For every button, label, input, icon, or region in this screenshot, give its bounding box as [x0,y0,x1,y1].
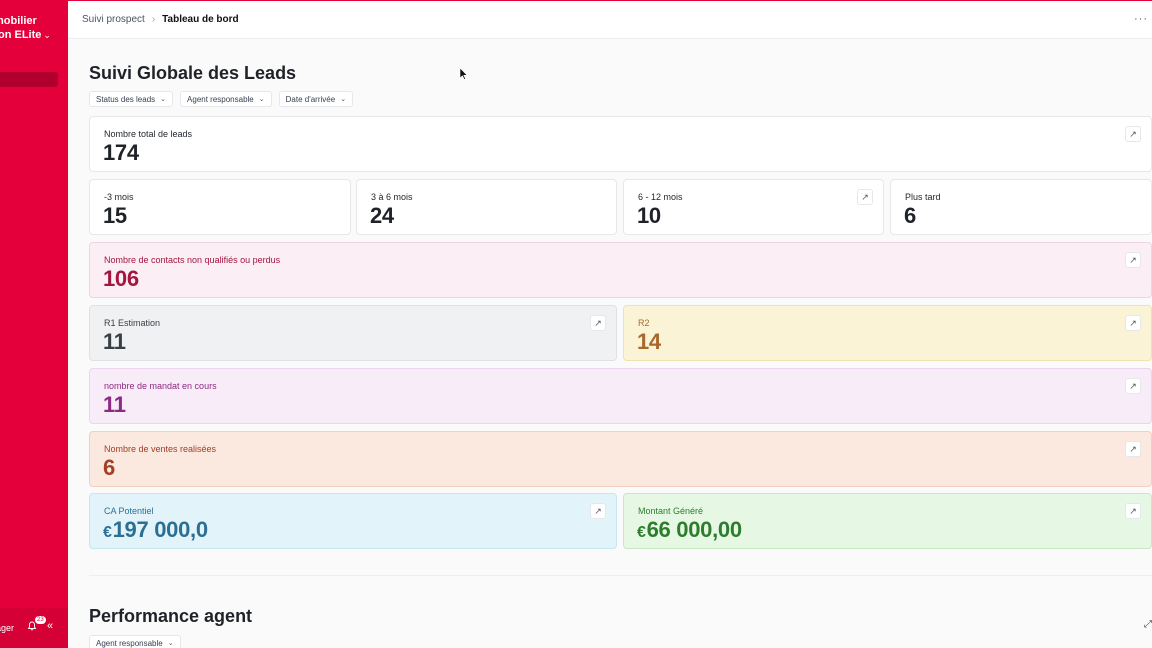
card-ca-potentiel: CA Potentiel €197 000,0 ↗ [89,493,617,549]
card-label: R2 [638,318,650,328]
page-title: Suivi Globale des Leads [89,63,297,83]
breadcrumb-parent[interactable]: Suivi prospect [82,14,145,25]
filter-bar: Status des leads ⌄ Agent responsable ⌄ D… [89,91,354,107]
section-title-performance: Performance agent [89,606,253,626]
card-value: 14 [637,329,661,354]
card-value: €197 000,0 [103,517,208,543]
breadcrumb-separator: › [151,14,156,25]
card-value: 15 [103,203,127,228]
filter-bar-performance: Agent responsable ⌄ [89,635,181,648]
card-3-6-months: 3 à 6 mois 24 [356,179,617,235]
arrow-up-right-icon[interactable]: ↗ [590,315,606,331]
filter-label: Date d'arrivée [285,94,336,104]
chevron-down-icon: ⌄ [167,640,174,647]
card-value: 6 [103,455,115,480]
chevron-down-icon: ⌄ [43,30,51,40]
card-r1-estimation: R1 Estimation 11 ↗ [89,305,617,361]
card-ventes: Nombre de ventes realisées 6 ↗ [89,431,1152,487]
arrow-up-right-icon[interactable]: ↗ [1125,378,1141,394]
breadcrumb-current: Tableau de bord [162,14,239,25]
card-lost-contacts: Nombre de contacts non qualifiés ou perd… [89,242,1152,298]
card-r2: R2 14 ↗ [623,305,1152,361]
currency-symbol: € [103,524,112,541]
card-value: 24 [370,203,394,228]
card-label: nombre de mandat en cours [104,381,217,391]
arrow-up-right-icon[interactable]: ↗ [1125,315,1141,331]
filter-status[interactable]: Status des leads ⌄ [89,91,174,107]
card-amount: 197 000,0 [112,517,208,542]
arrow-up-right-icon[interactable]: ↗ [1125,126,1141,142]
topbar: Suivi prospect › Tableau de bord ··· [68,0,1152,39]
filter-date[interactable]: Date d'arrivée ⌄ [278,91,354,107]
sidebar-item-active[interactable]: l [0,72,58,87]
card-value: 11 [103,329,126,354]
card-mandats: nombre de mandat en cours 11 ↗ [89,368,1152,424]
notification-badge: 23 [35,616,46,624]
workspace-name-line1: mobilier [0,15,37,27]
chevron-down-icon: ⌄ [258,96,265,103]
card-6-12-months: 6 - 12 mois 10 ↗ [623,179,884,235]
card-montant-genere: Montant Généré €66 000,00 ↗ [623,493,1152,549]
card-value: 10 [637,203,661,228]
card-label: R1 Estimation [104,318,161,328]
card-label: -3 mois [104,192,134,202]
cursor-icon [460,68,468,80]
card-value: 6 [904,203,916,228]
section-divider [89,575,1152,576]
arrow-up-right-icon[interactable]: ↗ [1125,252,1141,268]
card-total-leads: Nombre total de leads 174 ↗ [89,116,1152,172]
filter-label: Agent responsable [187,94,254,104]
dashboard-main: Suivi Globale des Leads Status des leads… [68,39,1152,648]
chevron-down-icon: ⌄ [340,96,347,103]
arrow-up-right-icon[interactable]: ↗ [857,189,873,205]
arrow-up-right-icon[interactable]: ↗ [1125,441,1141,457]
card-value: €66 000,00 [637,517,742,543]
card-label: 6 - 12 mois [638,192,683,202]
arrow-up-right-icon[interactable]: ↗ [1125,503,1141,519]
filter-agent-performance[interactable]: Agent responsable ⌄ [89,635,181,648]
card-3-months: -3 mois 15 [89,179,351,235]
user-menu[interactable]: ager [0,623,14,633]
expand-icon[interactable]: ⤢ [1144,619,1152,630]
workspace-switcher[interactable]: mobilier on ELite ⌄ [0,14,53,42]
filter-agent[interactable]: Agent responsable ⌄ [180,91,272,107]
more-icon[interactable]: ··· [1134,13,1148,25]
card-label: 3 à 6 mois [371,192,413,202]
currency-symbol: € [637,524,646,541]
sidebar-footer: ager 23 « [0,608,68,648]
filter-label: Agent responsable [96,638,163,648]
card-label: CA Potentiel [104,506,154,516]
sidebar: mobilier on ELite ⌄ l ager 23 « [0,0,68,648]
card-label: Nombre total de leads [104,129,193,139]
collapse-icon[interactable]: « [47,620,53,632]
card-label: Nombre de contacts non qualifiés ou perd… [104,255,281,265]
card-value: 174 [103,140,139,165]
card-label: Nombre de ventes realisées [104,444,217,454]
filter-label: Status des leads [96,94,156,104]
card-label: Montant Généré [638,506,704,516]
card-later: Plus tard 6 [890,179,1152,235]
arrow-up-right-icon[interactable]: ↗ [590,503,606,519]
card-value: 11 [103,392,126,417]
chevron-down-icon: ⌄ [160,96,167,103]
card-value: 106 [103,266,139,291]
workspace-name-line2: on ELite [0,29,42,41]
card-amount: 66 000,00 [646,517,742,542]
card-label: Plus tard [905,192,941,202]
